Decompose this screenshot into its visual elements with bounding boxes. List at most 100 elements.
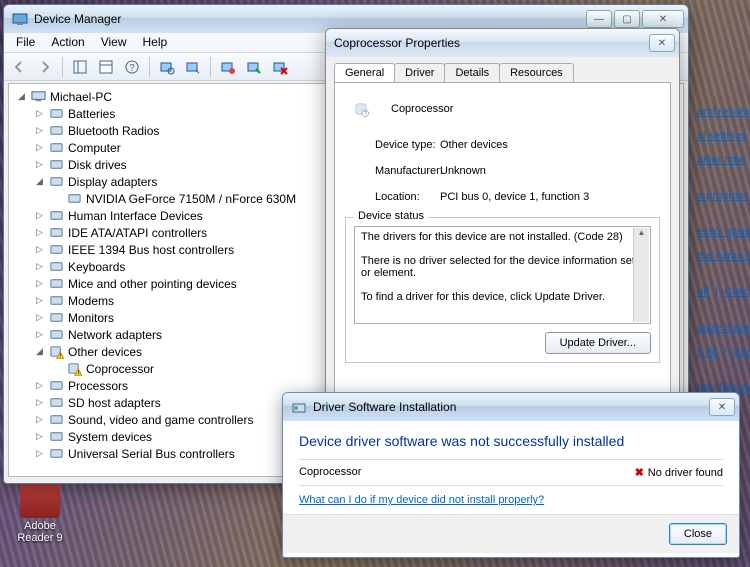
enable-button[interactable]	[243, 56, 265, 78]
expand-icon[interactable]: ▷	[34, 312, 45, 323]
tree-category-label: Human Interface Devices	[68, 209, 203, 223]
titlebar[interactable]: Coprocessor Properties ✕	[326, 29, 679, 57]
tree-category-label: Bluetooth Radios	[68, 124, 159, 138]
device-status-group: Device status The drivers for this devic…	[345, 217, 660, 363]
tab-driver[interactable]: Driver	[394, 63, 445, 82]
expand-icon[interactable]: ▷	[34, 227, 45, 238]
expand-icon[interactable]: ▷	[34, 295, 45, 306]
disable-button[interactable]	[269, 56, 291, 78]
device-status-text[interactable]: The drivers for this device are not inst…	[354, 226, 651, 324]
scrollbar[interactable]: ▲	[633, 228, 649, 322]
expand-icon[interactable]: ▷	[34, 261, 45, 272]
menu-help[interactable]: Help	[135, 33, 176, 52]
close-button[interactable]: ✕	[649, 34, 675, 52]
expand-icon[interactable]: ▷	[34, 278, 45, 289]
error-icon: ✖	[635, 467, 644, 479]
category-icon	[48, 225, 64, 241]
forward-button[interactable]	[34, 56, 56, 78]
expand-icon[interactable]: ▷	[34, 108, 45, 119]
unknown-device-icon: !	[66, 361, 82, 377]
expand-icon[interactable]: ▷	[34, 414, 45, 425]
device-name: Coprocessor	[391, 103, 453, 115]
menu-view[interactable]: View	[93, 33, 135, 52]
category-icon	[48, 412, 64, 428]
titlebar[interactable]: Driver Software Installation ✕	[283, 393, 739, 421]
tree-category-label: Processors	[68, 379, 128, 393]
desktop-icon-adobe[interactable]: Adobe Reader 9	[10, 478, 70, 544]
window-title: Device Manager	[34, 12, 121, 26]
expand-icon[interactable]: ▷	[34, 244, 45, 255]
expand-icon[interactable]: ▷	[34, 380, 45, 391]
close-button[interactable]: ✕	[709, 398, 735, 416]
category-icon: !	[48, 344, 64, 360]
svg-text:?: ?	[129, 63, 135, 74]
installer-icon	[291, 399, 307, 415]
tree-category-label: Universal Serial Bus controllers	[68, 447, 235, 461]
tree-category-label: Disk drives	[68, 158, 127, 172]
adobe-reader-icon	[20, 478, 60, 518]
update-driver-button[interactable]	[182, 56, 204, 78]
category-icon	[48, 395, 64, 411]
expand-icon[interactable]: ▷	[34, 125, 45, 136]
expand-icon[interactable]: ▷	[34, 397, 45, 408]
svg-text:!: !	[77, 370, 79, 376]
expand-icon[interactable]: ▷	[34, 159, 45, 170]
tree-category-label: Other devices	[68, 345, 142, 359]
category-icon	[48, 429, 64, 445]
tree-category-label: Monitors	[68, 311, 114, 325]
expand-icon[interactable]: ▷	[34, 448, 45, 459]
close-dialog-button[interactable]: Close	[669, 523, 727, 545]
tree-category-label: Sound, video and game controllers	[68, 413, 253, 427]
svg-text:!: !	[59, 353, 61, 359]
back-button[interactable]	[8, 56, 30, 78]
expand-icon[interactable]: ▷	[34, 329, 45, 340]
display-adapter-icon	[66, 191, 82, 207]
desktop-icon-label: Adobe Reader 9	[10, 520, 70, 544]
field-mfr-value: Unknown	[440, 165, 486, 177]
category-icon	[48, 293, 64, 309]
computer-icon	[30, 89, 46, 105]
close-button[interactable]: ✕	[642, 10, 684, 28]
expand-icon[interactable]: ▷	[34, 210, 45, 221]
category-icon	[48, 140, 64, 156]
collapse-icon[interactable]: ◢	[34, 176, 45, 187]
tab-resources[interactable]: Resources	[499, 63, 574, 82]
help-button[interactable]: ?	[121, 56, 143, 78]
maximize-button[interactable]: ▢	[614, 10, 640, 28]
tree-device-label: NVIDIA GeForce 7150M / nForce 630M	[86, 192, 296, 206]
category-icon	[48, 208, 64, 224]
minimize-button[interactable]: —	[586, 10, 612, 28]
tab-panel-general: ? Coprocessor Device type:Other devices …	[334, 82, 671, 412]
update-driver-button[interactable]: Update Driver...	[545, 332, 651, 354]
field-mfr-label: Manufacturer:	[345, 165, 440, 177]
tree-category-label: Computer	[68, 141, 121, 155]
background-window-fragment: and resolve i ol settings arlier time a …	[695, 100, 750, 400]
category-icon	[48, 157, 64, 173]
uninstall-button[interactable]	[217, 56, 239, 78]
scan-hardware-button[interactable]	[156, 56, 178, 78]
field-loc-label: Location:	[345, 191, 440, 203]
category-icon	[48, 106, 64, 122]
category-icon	[48, 174, 64, 190]
expand-icon[interactable]: ▷	[34, 431, 45, 442]
properties-button[interactable]	[95, 56, 117, 78]
menu-file[interactable]: File	[8, 33, 43, 52]
tab-details[interactable]: Details	[444, 63, 500, 82]
driver-install-dialog: Driver Software Installation ✕ Device dr…	[282, 392, 740, 558]
category-icon	[48, 327, 64, 343]
category-icon	[48, 276, 64, 292]
tree-category-label: IEEE 1394 Bus host controllers	[68, 243, 234, 257]
category-icon	[48, 259, 64, 275]
category-icon	[48, 310, 64, 326]
menu-action[interactable]: Action	[43, 33, 92, 52]
category-icon	[48, 446, 64, 462]
collapse-icon[interactable]: ◢	[34, 346, 45, 357]
tab-general[interactable]: General	[334, 63, 395, 82]
show-hide-tree-button[interactable]	[69, 56, 91, 78]
install-heading: Device driver software was not successfu…	[299, 433, 723, 449]
device-large-icon: ?	[345, 93, 377, 125]
field-type-label: Device type:	[345, 139, 440, 151]
help-link[interactable]: What can I do if my device did not insta…	[299, 494, 544, 506]
expand-icon[interactable]: ▷	[34, 142, 45, 153]
collapse-icon[interactable]: ◢	[16, 91, 27, 102]
